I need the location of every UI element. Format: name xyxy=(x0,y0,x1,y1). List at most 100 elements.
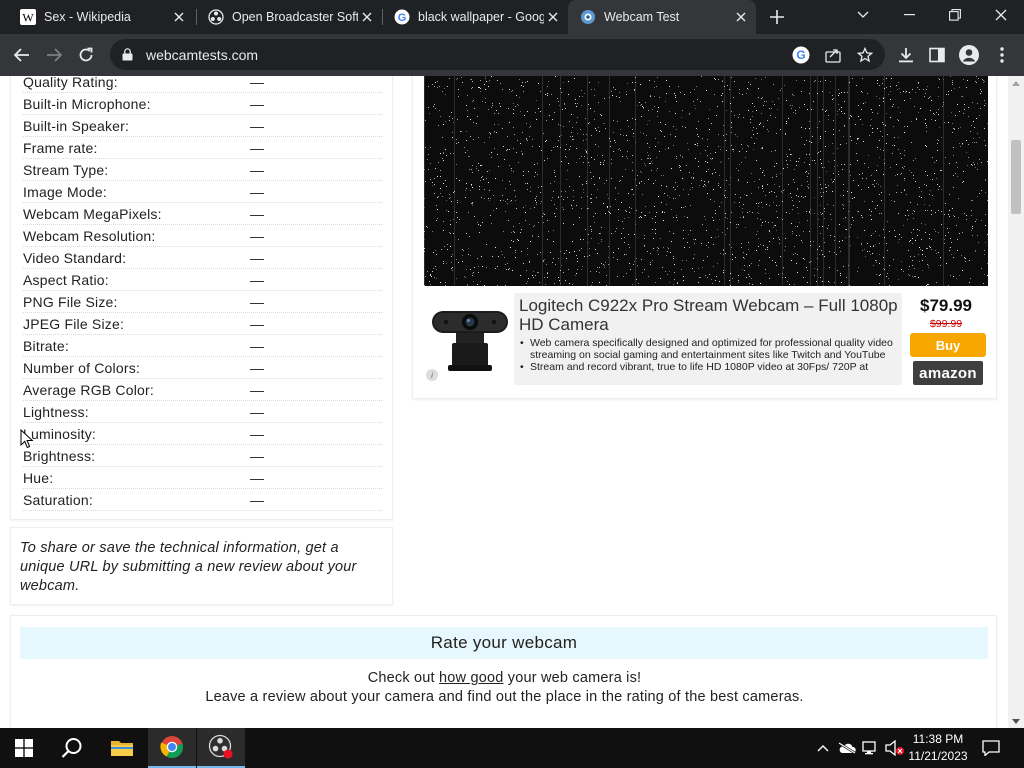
how-good-link[interactable]: how good xyxy=(439,670,504,686)
back-button[interactable] xyxy=(8,41,36,69)
share-icon[interactable] xyxy=(823,45,843,65)
info-row-webcam-resolution: Webcam Resolution: — xyxy=(23,225,382,247)
info-value: — xyxy=(250,250,265,266)
ad-title[interactable]: Logitech C922x Pro Stream Webcam – Full … xyxy=(519,296,899,334)
webcamtests-icon xyxy=(580,9,596,25)
info-value: — xyxy=(250,338,265,354)
info-row-video-standard: Video Standard: — xyxy=(23,247,382,269)
info-value: — xyxy=(250,360,265,376)
downloads-button[interactable] xyxy=(892,41,920,69)
ad-info-icon[interactable]: i xyxy=(426,369,438,381)
info-value: — xyxy=(250,76,265,90)
new-tab-button[interactable] xyxy=(765,5,789,29)
taskbar-chrome[interactable] xyxy=(148,728,196,768)
info-label: Lightness: xyxy=(23,404,89,420)
info-row-brightness: Brightness: — xyxy=(23,445,382,467)
info-label: Brightness: xyxy=(23,448,96,464)
info-row-frame-rate: Frame rate: — xyxy=(23,137,382,159)
arrow-left-icon xyxy=(14,48,29,62)
taskbar-search-button[interactable] xyxy=(48,728,96,768)
info-row-webcam-megapixels: Webcam MegaPixels: — xyxy=(23,203,382,225)
profile-button[interactable] xyxy=(955,41,983,69)
scrollbar-thumb[interactable] xyxy=(1011,140,1021,214)
reload-button[interactable] xyxy=(72,41,100,69)
menu-button[interactable] xyxy=(988,41,1016,69)
info-label: Stream Type: xyxy=(23,162,109,178)
info-row-number-of-colors: Number of Colors: — xyxy=(23,357,382,379)
google-icon: G xyxy=(394,9,410,25)
info-value: — xyxy=(250,118,265,134)
close-icon[interactable] xyxy=(358,8,376,26)
info-label: Webcam MegaPixels: xyxy=(23,206,162,222)
info-label: Hue: xyxy=(23,470,54,486)
network-icon[interactable] xyxy=(861,738,881,758)
ad-price-panel: $79.99 $99.99 Buy amazon xyxy=(904,293,988,385)
page-scrollbar[interactable] xyxy=(1008,76,1024,728)
side-panel-button[interactable] xyxy=(923,41,951,69)
chrome-icon xyxy=(160,736,184,759)
tab-obs[interactable]: Open Broadcaster Software xyxy=(196,0,382,34)
info-value: — xyxy=(250,448,265,464)
forward-button[interactable] xyxy=(40,41,68,69)
tab-wikipedia[interactable]: W Sex - Wikipedia xyxy=(8,0,194,34)
info-row-quality-rating: Quality Rating: — xyxy=(23,76,382,93)
amazon-logo[interactable]: amazon xyxy=(913,361,983,385)
ad-price: $79.99 xyxy=(920,296,972,315)
info-row-hue: Hue: — xyxy=(23,467,382,489)
info-value: — xyxy=(250,492,265,508)
close-window-button[interactable] xyxy=(978,0,1024,30)
minimize-icon xyxy=(903,14,915,16)
rate-intro: Check out how good your web camera is! xyxy=(11,670,998,686)
product-ad[interactable]: i Logitech C922x Pro Stream Webcam – Ful… xyxy=(424,293,988,385)
close-icon[interactable] xyxy=(544,8,562,26)
webcam-product-image[interactable] xyxy=(428,305,512,377)
arrow-right-icon xyxy=(47,48,62,62)
google-lens-icon[interactable]: G xyxy=(791,45,811,65)
tab-google[interactable]: G black wallpaper - Google xyxy=(382,0,568,34)
url-text[interactable]: webcamtests.com xyxy=(146,47,258,63)
technical-info-card: Quality Rating: — Built-in Microphone: — B… xyxy=(10,76,393,520)
tab-strip: W Sex - Wikipedia Open Broadcaster Softw… xyxy=(0,0,1024,34)
ad-description[interactable]: Logitech C922x Pro Stream Webcam – Full … xyxy=(514,293,902,385)
minimize-button[interactable] xyxy=(886,0,932,30)
info-value: — xyxy=(250,206,265,222)
tab-title: Sex - Wikipedia xyxy=(44,10,131,24)
tray-overflow-chevron-icon[interactable] xyxy=(813,738,833,758)
volume-muted-icon[interactable] xyxy=(885,738,905,758)
browser-toolbar: webcamtests.com G xyxy=(0,34,1024,76)
tab-search-button[interactable] xyxy=(840,0,886,30)
onedrive-icon[interactable] xyxy=(837,738,857,758)
svg-text:G: G xyxy=(796,48,805,62)
info-label: Image Mode: xyxy=(23,184,107,200)
tab-webcam-test[interactable]: Webcam Test xyxy=(568,0,756,34)
info-row-saturation: Saturation: — xyxy=(23,489,382,511)
scroll-up-arrow-icon[interactable] xyxy=(1008,76,1024,90)
address-bar[interactable]: webcamtests.com G xyxy=(110,39,885,70)
system-clock[interactable]: 11:38 PM 11/21/2023 xyxy=(905,731,971,765)
info-row-average-rgb-color: Average RGB Color: — xyxy=(23,379,382,401)
info-label: JPEG File Size: xyxy=(23,316,125,332)
ad-bullet: Stream and record vibrant, true to life … xyxy=(519,361,901,373)
buy-button[interactable]: Buy xyxy=(910,333,986,357)
lock-icon[interactable] xyxy=(122,48,136,62)
taskbar-file-explorer[interactable] xyxy=(98,728,146,768)
tab-title: black wallpaper - Google xyxy=(418,10,544,24)
info-label: Webcam Resolution: xyxy=(23,228,156,244)
svg-text:G: G xyxy=(398,12,407,24)
close-icon xyxy=(995,9,1007,21)
ad-bullet: Web camera specifically designed and opt… xyxy=(519,337,901,361)
restore-button[interactable] xyxy=(932,0,978,30)
taskbar-obs[interactable] xyxy=(197,728,245,768)
scroll-down-arrow-icon[interactable] xyxy=(1008,714,1024,728)
info-row-bitrate: Bitrate: — xyxy=(23,335,382,357)
page-viewport: Quality Rating: — Built-in Microphone: — B… xyxy=(0,76,1008,728)
notifications-icon[interactable] xyxy=(981,738,1001,758)
start-button[interactable] xyxy=(0,728,48,768)
close-icon[interactable] xyxy=(732,8,750,26)
info-value: — xyxy=(250,294,265,310)
webcam-video-preview[interactable] xyxy=(424,76,988,286)
close-icon[interactable] xyxy=(170,8,188,26)
info-value: — xyxy=(250,404,265,420)
bookmark-star-icon[interactable] xyxy=(855,45,875,65)
info-value: — xyxy=(250,184,265,200)
